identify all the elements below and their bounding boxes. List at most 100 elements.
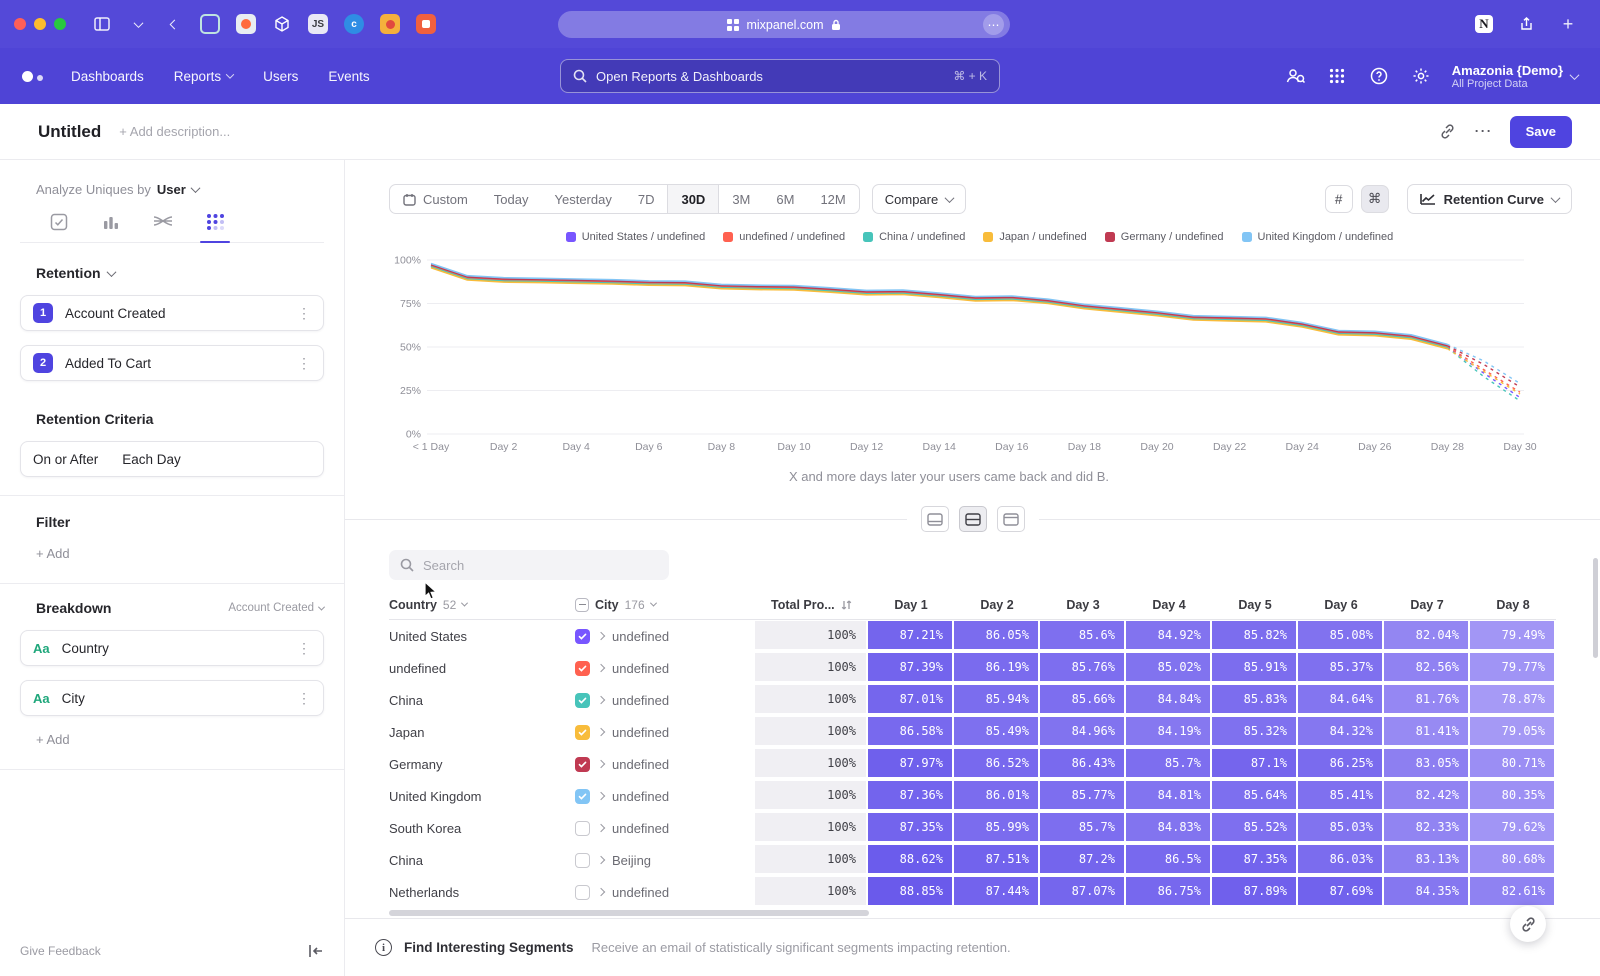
day-cell[interactable]: 87.69%: [1298, 877, 1384, 907]
back-icon[interactable]: [163, 13, 185, 35]
day-cell[interactable]: 84.35%: [1384, 877, 1470, 907]
day-cell[interactable]: 79.62%: [1470, 813, 1556, 843]
day-cell[interactable]: 85.32%: [1212, 717, 1298, 747]
tab-flows[interactable]: [150, 213, 176, 242]
table-row[interactable]: Germanyundefined100%87.97%86.52%86.43%85…: [389, 748, 1556, 780]
day-cell[interactable]: 85.6%: [1040, 621, 1126, 651]
retention-step-2[interactable]: 2Added To Cart⋮: [20, 345, 324, 381]
expand-row-icon[interactable]: [597, 696, 605, 704]
table-search-input[interactable]: [423, 558, 643, 573]
expand-row-icon[interactable]: [597, 728, 605, 736]
segments-title[interactable]: Find Interesting Segments: [404, 940, 574, 955]
annotations-button[interactable]: #: [1325, 185, 1353, 213]
add-filter-button[interactable]: + Add: [20, 546, 324, 561]
analyze-value-dropdown[interactable]: User: [157, 182, 199, 197]
maximize-window-button[interactable]: [54, 18, 66, 30]
help-icon[interactable]: [1368, 65, 1390, 87]
collapse-sidebar-icon[interactable]: [308, 944, 324, 958]
table-row[interactable]: United Statesundefined100%87.21%86.05%85…: [389, 620, 1556, 652]
day-cell[interactable]: 79.05%: [1470, 717, 1556, 747]
day-cell[interactable]: 87.07%: [1040, 877, 1126, 907]
kebab-menu-icon[interactable]: ⋮: [297, 640, 311, 657]
density-expanded-button[interactable]: [997, 506, 1025, 532]
day-cell[interactable]: 86.58%: [868, 717, 954, 747]
date-range-30d[interactable]: 30D: [667, 185, 719, 213]
day-cell[interactable]: 85.83%: [1212, 685, 1298, 715]
select-all-checkbox[interactable]: [575, 598, 589, 612]
day-cell[interactable]: 84.64%: [1298, 685, 1384, 715]
day-cell[interactable]: 85.7%: [1040, 813, 1126, 843]
series-checkbox-checked[interactable]: [575, 661, 590, 676]
save-button[interactable]: Save: [1510, 116, 1572, 148]
share-link-fab[interactable]: [1510, 906, 1546, 942]
day-cell[interactable]: 87.39%: [868, 653, 954, 683]
day-cell[interactable]: 85.03%: [1298, 813, 1384, 843]
day-cell[interactable]: 85.52%: [1212, 813, 1298, 843]
tab-funnels[interactable]: [98, 213, 124, 242]
day-cell[interactable]: 87.21%: [868, 621, 954, 651]
extension-icon-4[interactable]: c: [343, 13, 365, 35]
day-cell[interactable]: 86.75%: [1126, 877, 1212, 907]
chart-type-dropdown[interactable]: Retention Curve: [1407, 184, 1572, 214]
day-cell[interactable]: 87.01%: [868, 685, 954, 715]
date-range-yesterday[interactable]: Yesterday: [542, 185, 625, 213]
day-cell[interactable]: 81.41%: [1384, 717, 1470, 747]
day-cell[interactable]: 84.84%: [1126, 685, 1212, 715]
day-cell[interactable]: 82.04%: [1384, 621, 1470, 651]
date-range-12m[interactable]: 12M: [807, 185, 858, 213]
country-cell[interactable]: Germany: [389, 757, 575, 772]
url-more-button[interactable]: ⋯: [983, 14, 1004, 35]
series-checkbox-checked[interactable]: [575, 757, 590, 772]
nav-item-dashboards[interactable]: Dashboards: [71, 69, 144, 84]
sidebar-toggle-icon[interactable]: [91, 13, 113, 35]
day-cell[interactable]: 87.44%: [954, 877, 1040, 907]
kebab-menu-icon[interactable]: ⋮: [297, 690, 311, 707]
day-cell[interactable]: 85.7%: [1126, 749, 1212, 779]
series-checkbox-unchecked[interactable]: [575, 821, 590, 836]
day-cell[interactable]: 86.19%: [954, 653, 1040, 683]
density-compact-button[interactable]: [921, 506, 949, 532]
share-icon[interactable]: [1515, 13, 1537, 35]
day-column-header[interactable]: Day 8: [1470, 598, 1556, 612]
notion-icon[interactable]: N: [1473, 13, 1495, 35]
day-cell[interactable]: 85.64%: [1212, 781, 1298, 811]
day-cell[interactable]: 84.92%: [1126, 621, 1212, 651]
retention-section-heading[interactable]: Retention: [20, 265, 324, 281]
settings-gear-icon[interactable]: [1410, 65, 1432, 87]
extension-icon-3[interactable]: [271, 13, 293, 35]
day-cell[interactable]: 82.61%: [1470, 877, 1556, 907]
day-cell[interactable]: 85.37%: [1298, 653, 1384, 683]
country-cell[interactable]: United States: [389, 629, 575, 644]
city-column-header[interactable]: City176: [575, 598, 755, 612]
day-cell[interactable]: 79.49%: [1470, 621, 1556, 651]
close-window-button[interactable]: [14, 18, 26, 30]
retention-criteria-card[interactable]: On or After Each Day: [20, 441, 324, 477]
date-range-3m[interactable]: 3M: [719, 185, 763, 213]
country-cell[interactable]: South Korea: [389, 821, 575, 836]
day-cell[interactable]: 85.91%: [1212, 653, 1298, 683]
criteria-each-day[interactable]: Each Day: [122, 452, 181, 467]
day-column-header[interactable]: Day 4: [1126, 598, 1212, 612]
legend-item-japan-undefined[interactable]: Japan / undefined: [983, 230, 1086, 244]
expand-row-icon[interactable]: [597, 792, 605, 800]
add-description[interactable]: + Add description...: [119, 124, 230, 139]
country-cell[interactable]: China: [389, 693, 575, 708]
expand-row-icon[interactable]: [597, 632, 605, 640]
mixpanel-logo[interactable]: [22, 71, 43, 82]
day-cell[interactable]: 87.97%: [868, 749, 954, 779]
day-cell[interactable]: 80.71%: [1470, 749, 1556, 779]
day-cell[interactable]: 78.87%: [1470, 685, 1556, 715]
date-range-7d[interactable]: 7D: [625, 185, 668, 213]
day-cell[interactable]: 87.1%: [1212, 749, 1298, 779]
nav-item-reports[interactable]: Reports: [174, 69, 233, 84]
day-cell[interactable]: 85.08%: [1298, 621, 1384, 651]
city-cell[interactable]: Beijing: [575, 853, 755, 868]
day-column-header[interactable]: Day 2: [954, 598, 1040, 612]
day-cell[interactable]: 85.49%: [954, 717, 1040, 747]
table-row[interactable]: undefinedundefined100%87.39%86.19%85.76%…: [389, 652, 1556, 684]
chevron-down-icon[interactable]: [127, 13, 149, 35]
table-row[interactable]: Chinaundefined100%87.01%85.94%85.66%84.8…: [389, 684, 1556, 716]
day-cell[interactable]: 87.35%: [868, 813, 954, 843]
series-checkbox-checked[interactable]: [575, 789, 590, 804]
day-cell[interactable]: 86.43%: [1040, 749, 1126, 779]
